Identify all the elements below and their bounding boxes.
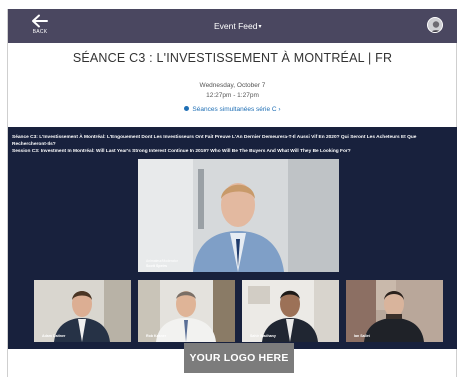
simultaneous-sessions-link[interactable]: Séances simultanées série C › xyxy=(8,106,457,113)
main-speaker-name: Scott Speirs xyxy=(146,264,167,268)
session-time: 12:27pm - 1:27pm xyxy=(206,92,259,99)
event-feed-dropdown[interactable]: Event Feed▾ xyxy=(214,21,262,31)
panelist-video xyxy=(242,280,339,342)
simultaneous-sessions-label: Séances simultanées série C xyxy=(192,106,277,113)
panelist-tile: Rob Kasner xyxy=(138,280,235,342)
dot-icon xyxy=(184,106,190,111)
chevron-right-icon: › xyxy=(278,106,281,113)
panelist-tile: Ian Sallet xyxy=(346,280,443,342)
back-label: BACK xyxy=(32,29,48,35)
video-caption: Séance C3: L'Investissement À Montréal: … xyxy=(12,134,453,155)
panelist-video xyxy=(138,280,235,342)
panelist-name: Sahir Wadhany xyxy=(250,334,276,338)
panelist-tile: Sahir Wadhany xyxy=(242,280,339,342)
panelist-video xyxy=(34,280,131,342)
main-speaker-label: Animateur/Moderator Scott Speirs xyxy=(146,259,178,269)
user-avatar-image xyxy=(428,18,442,32)
top-nav-bar: BACK Event Feed▾ xyxy=(8,9,457,43)
event-feed-label: Event Feed xyxy=(214,21,258,31)
arrow-left-icon xyxy=(32,14,48,28)
main-speaker-video xyxy=(138,159,339,272)
sponsor-logo-placeholder: YOUR LOGO HERE xyxy=(184,343,294,373)
panelist-name: Adam Daitner xyxy=(42,334,66,338)
session-date: Wednesday, October 7 xyxy=(199,82,266,89)
user-avatar[interactable] xyxy=(427,17,443,33)
caption-english: Session C3: Investment In Montréal: Will… xyxy=(12,149,351,154)
session-title: SÉANCE C3 : L'INVESTISSEMENT À MONTRÉAL … xyxy=(72,51,393,65)
caption-french: Séance C3: L'Investissement À Montréal: … xyxy=(12,135,417,147)
panelist-tile: Adam Daitner xyxy=(34,280,131,342)
app-frame: BACK Event Feed▾ SÉANCE C3 : L'INVESTISS… xyxy=(7,9,457,377)
back-button[interactable]: BACK xyxy=(30,14,50,40)
panelist-video xyxy=(346,280,443,342)
caret-down-icon: ▾ xyxy=(258,24,262,30)
video-player[interactable]: Séance C3: L'Investissement À Montréal: … xyxy=(8,127,457,349)
main-speaker-tile: Animateur/Moderator Scott Speirs xyxy=(138,159,339,272)
panelist-name: Rob Kasner xyxy=(146,334,167,338)
panelist-name: Ian Sallet xyxy=(354,334,370,338)
